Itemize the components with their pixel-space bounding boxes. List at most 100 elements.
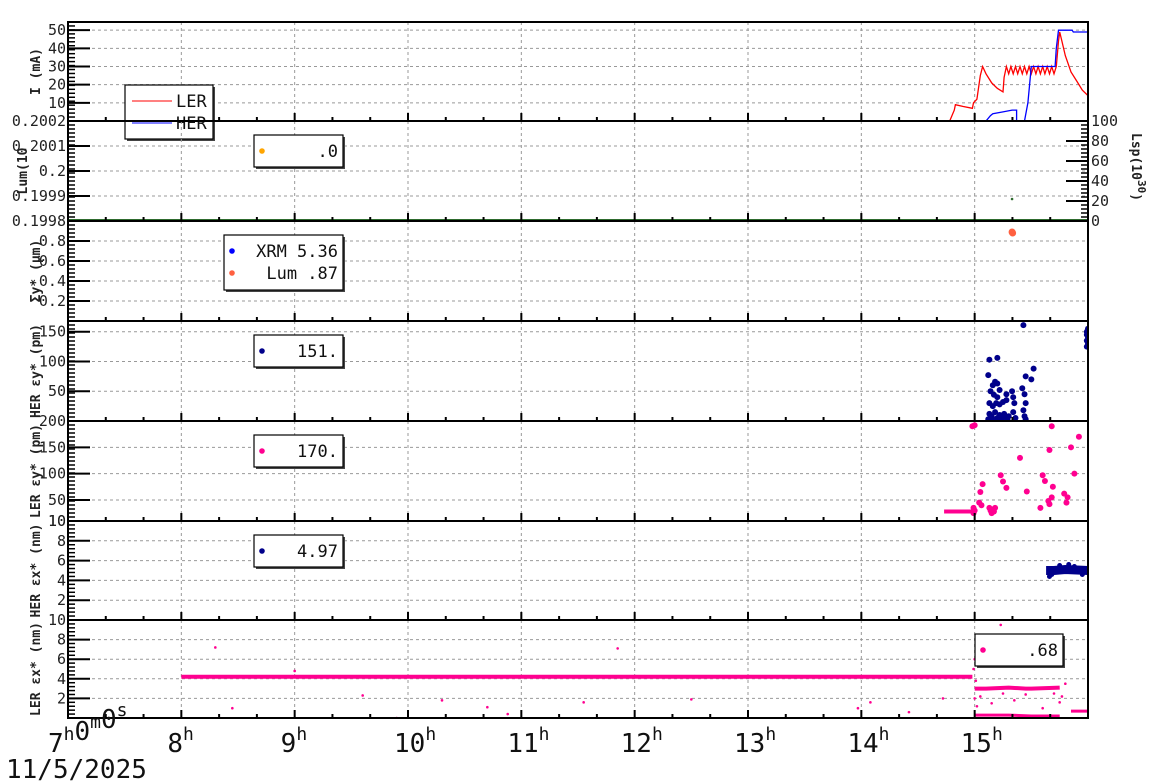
- data-point: [1046, 446, 1053, 453]
- panel-frame: [67, 520, 1089, 621]
- right-tick-label: 80: [1091, 132, 1109, 150]
- data-point: [1049, 483, 1056, 490]
- data-point: [582, 701, 585, 704]
- right-tick-label: 20: [1091, 192, 1109, 210]
- legend-label: XRM 5.36: [256, 242, 338, 262]
- data-point: [231, 706, 234, 710]
- legend-her-emit-y: 151.: [253, 334, 345, 369]
- y-axis-label: I (mA): [29, 48, 44, 95]
- data-point: [979, 481, 986, 488]
- y-tick-label: 50: [48, 491, 66, 509]
- data-point: [941, 697, 945, 700]
- data-point: [1046, 501, 1053, 508]
- right-tick-label: 60: [1091, 152, 1109, 170]
- data-point: [1063, 499, 1070, 506]
- y-tick-label: 10: [48, 94, 66, 112]
- y-tick-label: 6: [57, 552, 66, 570]
- y-tick-label: 50: [48, 382, 66, 400]
- y-tick-label: 0.2: [39, 162, 66, 180]
- y-axis-label: Σy* (μm): [29, 240, 44, 303]
- data-point: [1041, 706, 1044, 710]
- data-point: [1010, 409, 1017, 416]
- y-axis-label: Lum(10: [16, 147, 31, 194]
- panel-ler-emit-x: 24 68 10 LER εx* (nm): [29, 611, 1089, 719]
- data-point: [1011, 400, 1018, 407]
- legend-ler-emit-x: .68: [974, 633, 1065, 668]
- data-point: [1009, 229, 1017, 237]
- y-tick-label: 4: [57, 571, 66, 589]
- data-point: [440, 699, 444, 702]
- data-point: [616, 647, 619, 650]
- data-point: [907, 710, 911, 714]
- data-point: [986, 356, 993, 363]
- legend-label: Lum .87: [266, 264, 338, 284]
- legend-dot: [259, 448, 265, 454]
- series-group: [985, 322, 1088, 421]
- data-point: [1075, 433, 1082, 440]
- legend-label: LER: [176, 92, 207, 112]
- data-point: [973, 697, 976, 700]
- right-axis-label: Lsp(1030): [1128, 133, 1148, 201]
- x-axis-date: 11/5/2025: [6, 755, 147, 782]
- data-point: [994, 380, 1001, 387]
- data-point: [1023, 488, 1030, 495]
- data-point: [214, 646, 217, 649]
- legend-dot: [229, 248, 235, 254]
- legend-dot: [259, 548, 265, 554]
- right-tick-label: 0: [1091, 212, 1100, 230]
- series-group: [940, 29, 1088, 121]
- x-tick-label: 15h: [961, 724, 1003, 759]
- data-point: [856, 706, 860, 710]
- panel-frame: [67, 420, 1089, 522]
- x-tick-label: 10h: [394, 724, 436, 759]
- data-point: [978, 502, 985, 509]
- data-point: [1010, 394, 1017, 401]
- panel-her-emit-x: 2 46 8 10 HER εx* (nm): [29, 512, 1089, 621]
- data-point: [999, 623, 1003, 627]
- data-point: [1048, 494, 1055, 501]
- data-point: [293, 669, 296, 673]
- series-line-LER εx* lower: [974, 713, 1060, 718]
- y-tick-label: 2: [57, 689, 66, 707]
- series-line-LER: [949, 31, 1088, 121]
- data-point: [1009, 388, 1016, 395]
- panel-frame: [67, 320, 1089, 422]
- data-point: [997, 472, 1004, 479]
- data-point: [975, 704, 979, 708]
- data-point: [1041, 478, 1048, 484]
- data-point: [1003, 391, 1010, 398]
- data-point: [506, 712, 510, 716]
- data-point: [1079, 571, 1085, 577]
- data-point: [1010, 197, 1014, 201]
- data-point: [1049, 571, 1055, 577]
- data-point: [1024, 693, 1027, 696]
- legend-label: .68: [1027, 641, 1058, 661]
- x-tick-label: 11h: [507, 724, 549, 759]
- data-point: [1022, 373, 1029, 380]
- series-line-LER εx* upper: [974, 685, 1060, 691]
- right-tick-label: 40: [1091, 172, 1109, 190]
- series-group: [1008, 228, 1017, 237]
- data-point: [994, 354, 1001, 361]
- data-point: [1003, 397, 1010, 404]
- data-point: [977, 489, 984, 496]
- data-point: [1019, 385, 1026, 392]
- data-point: [974, 679, 978, 683]
- data-point: [486, 705, 489, 709]
- data-point: [1071, 470, 1078, 477]
- panel-sigma-y: 0.20.40.60.8Σy* (μm): [29, 220, 1089, 322]
- y-tick-label: 50: [48, 21, 66, 39]
- data-point: [1022, 400, 1029, 407]
- legend-ler-emit-y: 170.: [253, 434, 345, 469]
- panel-her-emit-y: 50100150HER εy* (pm): [29, 320, 1089, 422]
- data-point: [1021, 391, 1028, 398]
- y-tick-label: 8: [57, 631, 66, 649]
- y-tick-label: 8: [57, 532, 66, 550]
- data-point: [1068, 444, 1074, 451]
- legend-label: .0: [318, 142, 338, 162]
- data-point: [1064, 682, 1067, 685]
- legend-label: 151.: [297, 342, 338, 362]
- data-point: [990, 702, 993, 705]
- legend-dot: [980, 647, 986, 653]
- legend-dot: [229, 270, 235, 276]
